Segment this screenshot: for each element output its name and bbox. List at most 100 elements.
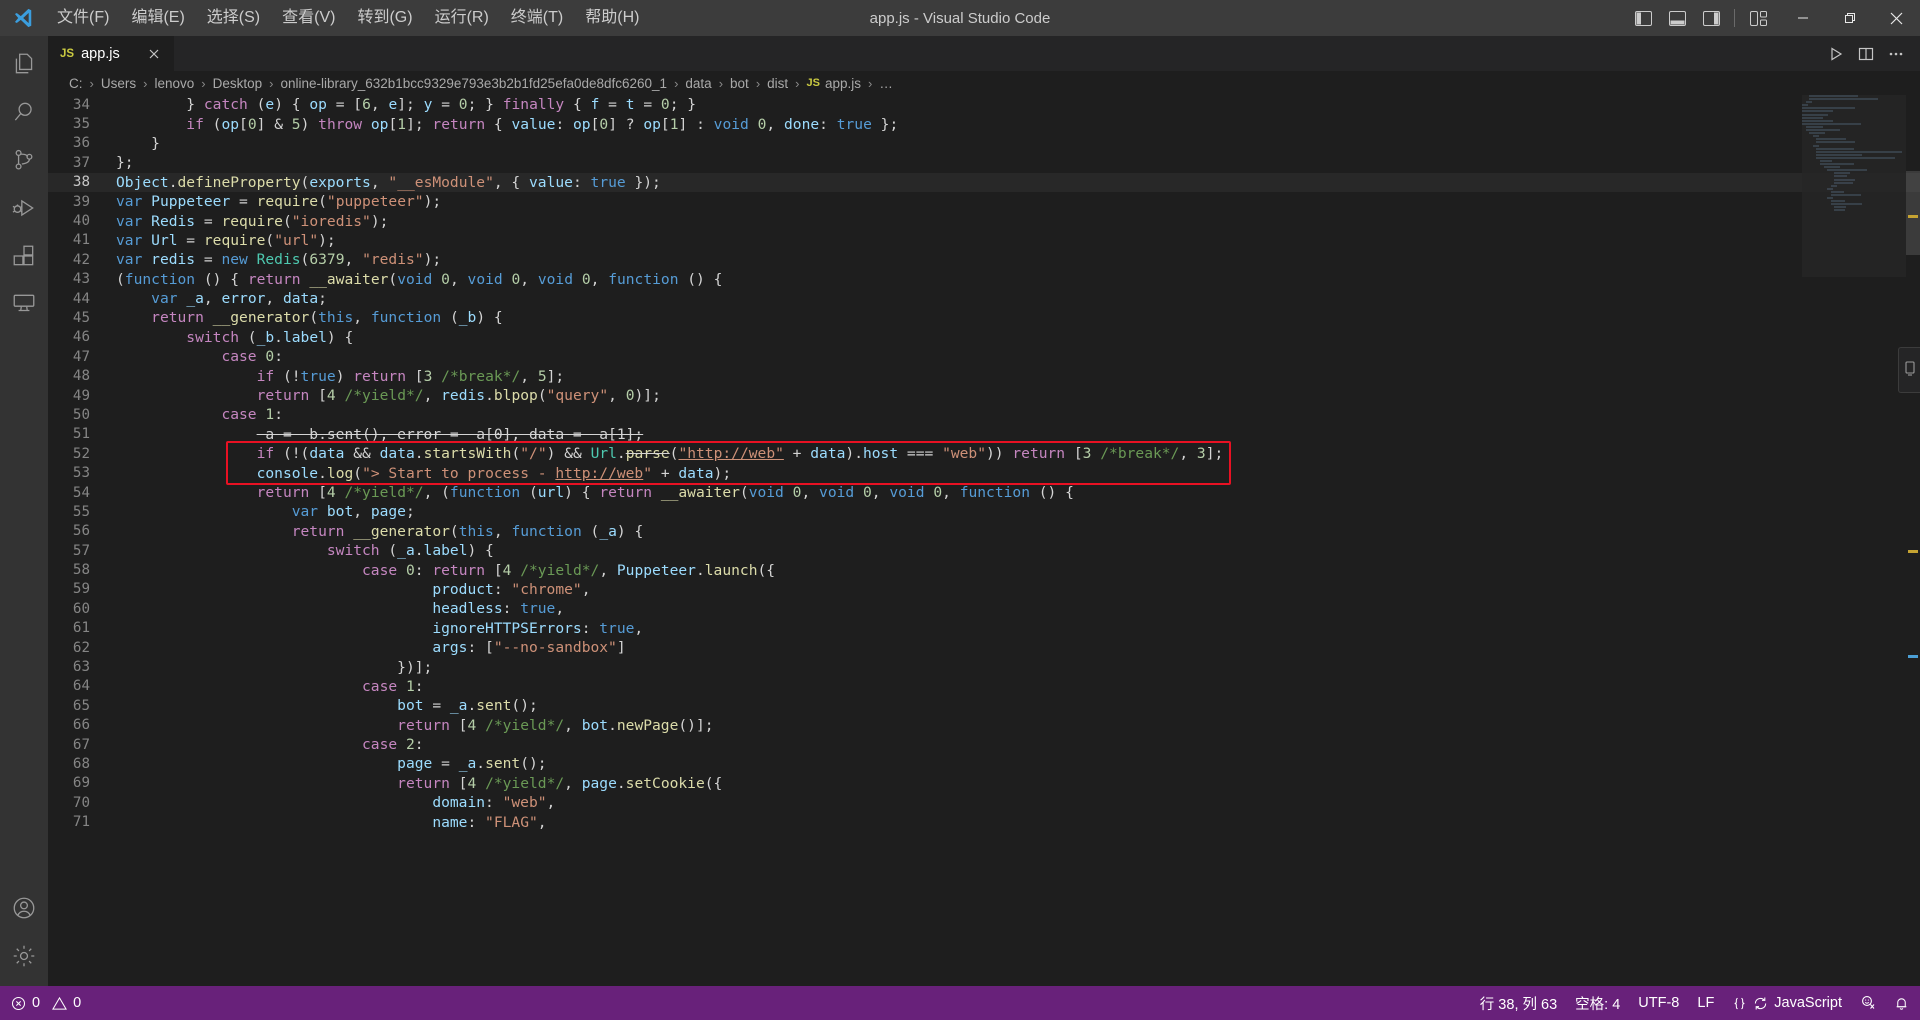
line-content[interactable]: switch (_a.label) { [116, 542, 1920, 559]
code-line[interactable]: 53 console.log("> Start to process - htt… [48, 463, 1920, 482]
line-content[interactable]: var bot, page; [116, 503, 1920, 520]
code-line[interactable]: 47 case 0: [48, 347, 1920, 366]
activity-scm[interactable] [0, 136, 48, 184]
code-line[interactable]: 50 case 1: [48, 405, 1920, 424]
status-problems[interactable]: 0 0 [2, 986, 90, 1020]
line-content[interactable]: return [4 /*yield*/, bot.newPage()]; [116, 717, 1920, 734]
code-line[interactable]: 60 headless: true, [48, 599, 1920, 618]
code-editor[interactable]: 34 } catch (e) { op = [6, e]; y = 0; } f… [48, 95, 1920, 986]
code-line[interactable]: 62 args: ["--no-sandbox"] [48, 638, 1920, 657]
code-line[interactable]: 45 return __generator(this, function (_b… [48, 308, 1920, 327]
code-line[interactable]: 54 return [4 /*yield*/, (function (url) … [48, 483, 1920, 502]
status-notifications[interactable] [1885, 986, 1918, 1020]
line-content[interactable]: return [4 /*yield*/, redis.blpop("query"… [116, 387, 1920, 404]
breadcrumb[interactable]: C: › Users › lenovo › Desktop › online-l… [48, 71, 1920, 95]
status-cursor-position[interactable]: 行 38, 列 63 [1471, 986, 1566, 1020]
code-line[interactable]: 64 case 1: [48, 677, 1920, 696]
breadcrumb-file[interactable]: JS app.js [806, 76, 863, 91]
breadcrumb-segment-drive[interactable]: C: [68, 76, 84, 91]
line-content[interactable]: if (!true) return [3 /*break*/, 5]; [116, 368, 1920, 385]
code-line[interactable]: 59 product: "chrome", [48, 580, 1920, 599]
line-content[interactable]: var Puppeteer = require("puppeteer"); [116, 193, 1920, 210]
editor-vertical-scrollbar[interactable] [1906, 95, 1920, 986]
layout-sidebar-left-icon[interactable] [1626, 0, 1660, 36]
line-content[interactable]: case 1: [116, 678, 1920, 695]
line-content[interactable]: ignoreHTTPSErrors: true, [116, 620, 1920, 637]
breadcrumb-segment-bot[interactable]: bot [729, 76, 750, 91]
run-play-icon[interactable] [1822, 40, 1850, 68]
code-line[interactable]: 37}; [48, 153, 1920, 172]
line-content[interactable]: case 0: return [4 /*yield*/, Puppeteer.l… [116, 562, 1920, 579]
activity-search[interactable] [0, 88, 48, 136]
breadcrumb-segment-lenovo[interactable]: lenovo [153, 76, 195, 91]
scrollbar-thumb[interactable] [1906, 170, 1920, 256]
code-line[interactable]: 51 _a = _b.sent(), error = _a[0], data =… [48, 425, 1920, 444]
line-content[interactable]: return __generator(this, function (_a) { [116, 523, 1920, 540]
split-editor-icon[interactable] [1852, 40, 1880, 68]
menu-bar[interactable]: 文件(F) 编辑(E) 选择(S) 查看(V) 转到(G) 运行(R) 终端(T… [46, 3, 650, 33]
activity-remote[interactable] [0, 280, 48, 328]
line-content[interactable]: (function () { return __awaiter(void 0, … [116, 271, 1920, 288]
status-feedback[interactable] [1851, 986, 1885, 1020]
line-content[interactable]: var Url = require("url"); [116, 232, 1920, 249]
code-scroll-area[interactable]: 34 } catch (e) { op = [6, e]; y = 0; } f… [48, 95, 1920, 986]
line-content[interactable]: } [116, 135, 1920, 152]
breadcrumb-segment-desktop[interactable]: Desktop [212, 76, 264, 91]
code-line[interactable]: 63 })]; [48, 657, 1920, 676]
tab-app-js[interactable]: JS app.js [48, 36, 175, 71]
code-line[interactable]: 61 ignoreHTTPSErrors: true, [48, 619, 1920, 638]
line-content[interactable]: headless: true, [116, 600, 1920, 617]
code-line[interactable]: 52 if (!(data && data.startsWith("/") &&… [48, 444, 1920, 463]
code-line[interactable]: 40 var Redis = require("ioredis"); [48, 211, 1920, 230]
menu-file[interactable]: 文件(F) [46, 3, 120, 33]
line-content[interactable]: product: "chrome", [116, 581, 1920, 598]
status-indentation[interactable]: 空格: 4 [1566, 986, 1629, 1020]
line-content[interactable]: })]; [116, 659, 1920, 676]
status-encoding[interactable]: UTF-8 [1629, 986, 1688, 1020]
code-line[interactable]: 42 var redis = new Redis(6379, "redis"); [48, 250, 1920, 269]
code-line[interactable]: 71 name: "FLAG", [48, 812, 1920, 831]
menu-go[interactable]: 转到(G) [346, 3, 423, 33]
menu-view[interactable]: 查看(V) [271, 3, 346, 33]
window-minimize-button[interactable] [1779, 0, 1826, 36]
breadcrumb-segment-data[interactable]: data [684, 76, 712, 91]
sticky-scroll-toggle[interactable] [1898, 347, 1920, 393]
code-line[interactable]: 68 page = _a.sent(); [48, 754, 1920, 773]
window-restore-button[interactable] [1826, 0, 1873, 36]
code-line[interactable]: 56 return __generator(this, function (_a… [48, 522, 1920, 541]
code-line[interactable]: 48 if (!true) return [3 /*break*/, 5]; [48, 366, 1920, 385]
activity-extensions[interactable] [0, 232, 48, 280]
more-actions-icon[interactable] [1882, 40, 1910, 68]
line-content[interactable]: Object.defineProperty(exports, "__esModu… [116, 174, 1920, 191]
code-line[interactable]: 66 return [4 /*yield*/, bot.newPage()]; [48, 716, 1920, 735]
line-content[interactable]: domain: "web", [116, 794, 1920, 811]
breadcrumb-segment-project[interactable]: online-library_632b1bcc9329e793e3b2b1fd2… [279, 76, 668, 91]
layout-customize-icon[interactable] [1741, 0, 1775, 36]
code-line[interactable]: 38 Object.defineProperty(exports, "__esMo… [48, 172, 1920, 192]
menu-terminal[interactable]: 终端(T) [500, 3, 574, 33]
line-content[interactable]: page = _a.sent(); [116, 755, 1920, 772]
code-line[interactable]: 46 switch (_b.label) { [48, 328, 1920, 347]
tab-close-icon[interactable] [145, 45, 163, 63]
layout-panel-icon[interactable] [1660, 0, 1694, 36]
status-language-mode[interactable]: JavaScript [1723, 986, 1851, 1020]
line-content[interactable]: return __generator(this, function (_b) { [116, 309, 1920, 326]
activity-explorer[interactable] [0, 40, 48, 88]
menu-run[interactable]: 运行(R) [424, 3, 500, 33]
line-content[interactable]: case 2: [116, 736, 1920, 753]
breadcrumb-segment-dist[interactable]: dist [766, 76, 789, 91]
line-content[interactable]: console.log("> Start to process - http:/… [116, 465, 1920, 482]
line-content[interactable]: case 0: [116, 348, 1920, 365]
layout-sidebar-right-icon[interactable] [1694, 0, 1728, 36]
line-content[interactable]: _a = _b.sent(), error = _a[0], data = _a… [116, 426, 1920, 443]
line-content[interactable]: name: "FLAG", [116, 814, 1920, 831]
menu-help[interactable]: 帮助(H) [574, 3, 650, 33]
activity-debug[interactable] [0, 184, 48, 232]
breadcrumb-symbol-more[interactable]: … [878, 76, 894, 91]
breadcrumb-segment-users[interactable]: Users [100, 76, 137, 91]
code-line[interactable]: 70 domain: "web", [48, 793, 1920, 812]
minimap[interactable] [1802, 95, 1906, 986]
line-content[interactable]: case 1: [116, 406, 1920, 423]
line-content[interactable]: if (!(data && data.startsWith("/") && Ur… [116, 445, 1920, 462]
code-line[interactable]: 41 var Url = require("url"); [48, 231, 1920, 250]
